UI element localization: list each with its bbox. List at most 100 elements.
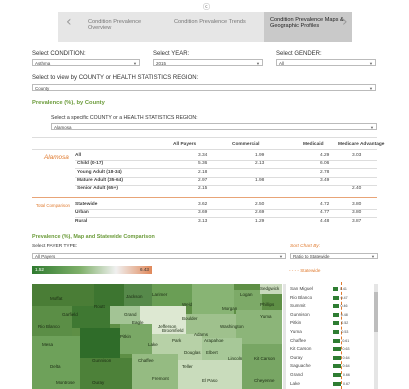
table-cell: 3.80 <box>352 202 362 207</box>
bar-list-value: 0.66 <box>342 373 350 377</box>
map-county-label: Lincoln <box>228 356 243 361</box>
table-cell: 4.48 <box>320 218 330 224</box>
bar-list-bar[interactable] <box>333 347 341 352</box>
tab-overview-label: Condition Prevalence Overview <box>88 19 142 32</box>
map-county-label: Boulder <box>182 316 198 321</box>
map-county-label: Yuma <box>260 314 272 319</box>
bar-list-county-name: Saguache <box>290 363 311 369</box>
map-county-region[interactable] <box>32 284 94 306</box>
bar-list-value: 0.64 <box>342 355 350 360</box>
payer-type-select[interactable]: All Payers ▼ <box>32 253 286 259</box>
table-cell: 5.36 <box>198 161 208 167</box>
bar-list-value: 0.67 <box>343 381 351 386</box>
column-header-all-payers: All Payers <box>173 142 197 147</box>
chevron-down-icon: ▼ <box>370 125 374 130</box>
county-map[interactable]: Moffat Routt Jackson Larimer Weld Logan Philli… <box>32 284 282 389</box>
map-county-region[interactable] <box>120 324 152 354</box>
year-label: Select YEAR: <box>153 51 190 57</box>
chevron-down-icon: ▼ <box>133 61 137 66</box>
view-by-select[interactable]: County ▼ <box>32 84 376 91</box>
table-row-label: Mature Adult (35-64) <box>77 177 123 183</box>
bar-list-bar[interactable] <box>333 312 339 317</box>
legend-min-value: 1.52 <box>35 267 44 272</box>
table-cell: 3.13 <box>198 218 208 224</box>
bar-list-bar[interactable] <box>333 338 341 343</box>
statewide-legend: - - - - Statewide <box>289 268 321 273</box>
gender-select[interactable]: All ▼ <box>276 59 376 66</box>
column-header-medicaid: Medicaid <box>303 142 324 147</box>
bar-list-value: 0.63 <box>342 347 350 352</box>
bar-list-bar[interactable] <box>333 304 339 309</box>
map-scrollbar[interactable] <box>283 284 286 389</box>
table-cell: 6.06 <box>320 161 330 167</box>
map-county-label: Park <box>172 338 182 343</box>
tab-trends[interactable]: Condition Prevalence Trends <box>168 12 264 42</box>
bar-list-scroll-thumb[interactable] <box>374 292 378 332</box>
bar-list-county-name: Gunnison <box>290 311 310 317</box>
map-county-label: Arapahoe <box>204 338 224 343</box>
condition-select[interactable]: Asthma ▼ <box>32 59 140 66</box>
bar-list-county-name: Ouray <box>290 354 303 360</box>
map-county-region[interactable] <box>80 328 120 358</box>
table-group-label-comparison: Total Comparison <box>35 203 70 208</box>
row-divider <box>75 184 377 186</box>
map-county-label: Delta <box>50 364 61 369</box>
map-county-label: Teller <box>182 364 193 369</box>
table-cell: 3.49 <box>320 177 330 183</box>
tab-maps-label: Condition Prevalence Maps & Geographic P… <box>270 17 344 30</box>
bar-list-value: 0.48 <box>340 312 348 317</box>
map-county-label: Montrose <box>56 380 75 385</box>
bar-list-bar[interactable] <box>333 321 340 326</box>
map-county-label: Kit Carson <box>254 356 276 361</box>
bar-list-value: 0.46 <box>340 304 348 309</box>
bar-list-bar[interactable] <box>333 355 341 360</box>
prev-tab-arrow-icon[interactable]: ‹ <box>66 14 72 30</box>
bar-list-value: 0.53 <box>341 330 349 334</box>
bar-list-bar[interactable] <box>333 364 341 369</box>
map-county-region[interactable] <box>94 284 124 306</box>
table-cell: 2.50 <box>255 202 265 207</box>
bar-list-bar[interactable] <box>333 330 340 334</box>
table-row-label: Rural <box>75 218 88 224</box>
table-cell: 1.99 <box>255 153 265 158</box>
bar-list-bar[interactable] <box>333 373 341 377</box>
row-divider <box>75 160 377 161</box>
map-county-region[interactable] <box>72 306 110 328</box>
group-divider <box>32 197 377 198</box>
table-cell: 2.13 <box>255 161 265 167</box>
table-cell: 3.03 <box>352 153 362 158</box>
map-county-label: Adams <box>194 332 209 337</box>
map-county-label: Weld <box>182 302 193 307</box>
tab-maps[interactable]: Condition Prevalence Maps & Geographic P… <box>264 12 352 42</box>
map-county-label: Logan <box>240 292 253 297</box>
year-select[interactable]: 2015 ▼ <box>153 59 263 66</box>
tab-overview[interactable]: Condition Prevalence Overview <box>82 12 162 42</box>
table-cell: 4.77 <box>320 210 330 216</box>
bar-list-county-name: Chaffee <box>290 337 307 343</box>
bar-list-scrollbar[interactable] <box>374 284 378 389</box>
table-row-label: Senior Adult (65+) <box>77 186 119 192</box>
column-header-medicare-advantage: Medicare Advantage <box>338 142 385 147</box>
bar-list-bar[interactable] <box>333 381 342 386</box>
map-county-label: Jefferson <box>158 324 177 329</box>
table-cell: 2.97 <box>198 177 208 183</box>
map-county-label: Ouray <box>92 380 105 385</box>
bar-list-county-name: Summit <box>290 303 306 309</box>
map-county-region[interactable] <box>32 306 72 336</box>
bar-list-bar[interactable] <box>333 295 339 300</box>
table-cell: 2.69 <box>255 210 265 216</box>
bar-list-bar[interactable] <box>333 287 338 291</box>
specific-county-select[interactable]: Alamosa ▼ <box>51 123 377 130</box>
map-county-label: Chaffee <box>138 358 154 363</box>
bar-list-county-name: San Miguel <box>290 286 313 291</box>
chevron-down-icon: ▼ <box>371 254 375 259</box>
next-tab-arrow-icon[interactable]: › <box>342 14 348 30</box>
sort-chart-select[interactable]: Ratio to Statewide ▼ <box>290 253 378 259</box>
table-cell: 3.62 <box>198 202 208 207</box>
bar-list-value: 0.52 <box>341 321 349 326</box>
table-cell: 4.29 <box>320 153 330 158</box>
map-county-label: Jackson <box>126 294 143 299</box>
chevron-down-icon: ▼ <box>279 254 283 259</box>
map-county-label: Cheyenne <box>254 378 275 383</box>
chevron-down-icon: ▼ <box>369 86 373 91</box>
